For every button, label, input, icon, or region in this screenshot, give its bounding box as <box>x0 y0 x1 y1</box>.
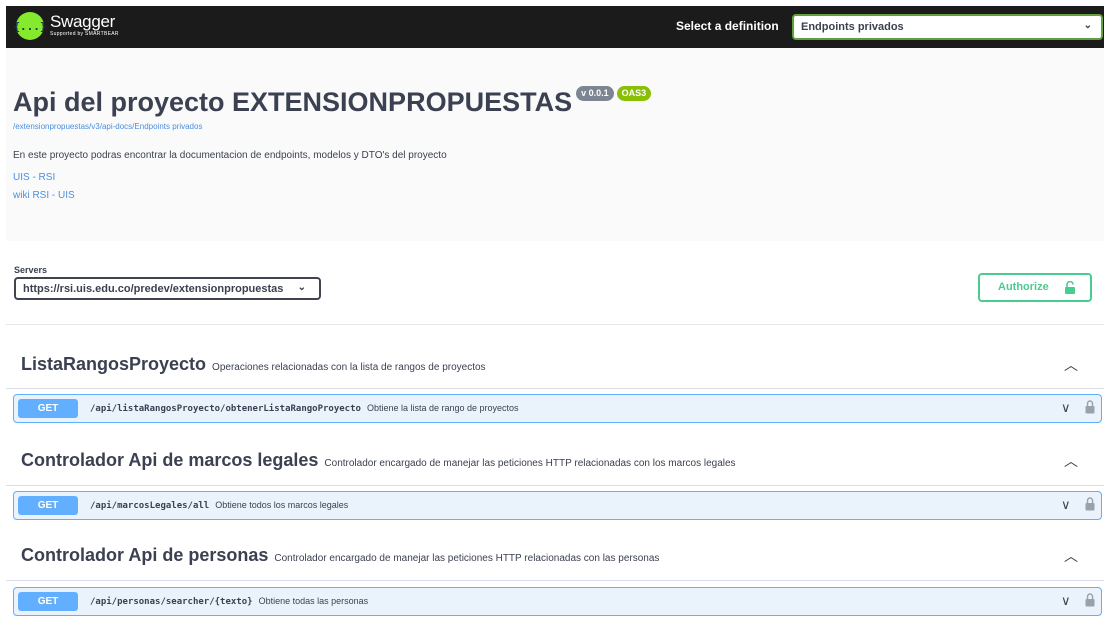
chevron-down-icon: ⌄ <box>1083 20 1092 31</box>
uis-rsi-link[interactable]: UIS - RSI <box>13 172 55 183</box>
wiki-link[interactable]: wiki RSI - UIS <box>13 190 75 201</box>
api-description: En este proyecto podras encontrar la doc… <box>13 150 447 161</box>
operation-path: /api/listaRangosProyecto/obtenerListaRan… <box>90 404 361 414</box>
authorize-label: Authorize <box>998 281 1049 293</box>
chevron-down-icon[interactable]: ∨ <box>1061 497 1071 513</box>
logo-subtitle: Supported by SMARTBEAR <box>50 31 119 37</box>
definition-value: Endpoints privados <box>801 21 904 33</box>
operation-path: /api/marcosLegales/all <box>90 501 210 511</box>
oas-badge: OAS3 <box>616 86 652 101</box>
chevron-up-icon[interactable]: ︿ <box>1064 451 1078 471</box>
swagger-logo-icon: {...} <box>13 12 47 40</box>
tag-header-personas[interactable]: Controlador Api de personas Controlador … <box>21 545 659 565</box>
operation-summary: Obtiene la lista de rango de proyectos <box>366 403 519 413</box>
definition-label: Select a definition <box>676 19 779 33</box>
operation-path: /api/personas/searcher/{texto} <box>90 597 253 607</box>
operation-row[interactable]: GET /api/marcosLegales/all Obtiene todos … <box>13 491 1102 520</box>
info-section: Api del proyecto EXTENSIONPROPUESTAS v 0… <box>6 48 1104 241</box>
servers-label: Servers <box>14 265 48 275</box>
tag-header-lista-rangos[interactable]: ListaRangosProyecto Operaciones relacion… <box>21 354 486 374</box>
page-title: Api del proyecto EXTENSIONPROPUESTAS <box>13 87 573 117</box>
chevron-down-icon[interactable]: ∨ <box>1061 400 1071 416</box>
tag-description: Operaciones relacionadas con la lista de… <box>212 362 486 373</box>
operation-row[interactable]: GET /api/listaRangosProyecto/obtenerList… <box>13 394 1102 423</box>
servers-select[interactable]: https://rsi.uis.edu.co/predev/extensionp… <box>14 277 321 300</box>
api-docs-link[interactable]: /extensionpropuestas/v3/api-docs/Endpoin… <box>13 122 202 131</box>
tag-header-marcos-legales[interactable]: Controlador Api de marcos legales Contro… <box>21 450 736 470</box>
method-badge: GET <box>18 592 78 611</box>
lock-icon[interactable] <box>1085 400 1095 414</box>
tag-divider <box>6 485 1104 486</box>
chevron-down-icon[interactable]: ∨ <box>1061 593 1071 609</box>
authorize-button[interactable]: Authorize <box>978 273 1092 302</box>
tag-name: Controlador Api de marcos legales <box>21 450 319 470</box>
servers-value: https://rsi.uis.edu.co/predev/extensionp… <box>23 283 284 295</box>
topbar: {...} Swagger Supported by SMARTBEAR Sel… <box>6 6 1104 48</box>
swagger-logo[interactable]: {...} Swagger Supported by SMARTBEAR <box>13 12 119 40</box>
unlocked-icon <box>1065 281 1075 294</box>
method-badge: GET <box>18 399 78 418</box>
lock-icon[interactable] <box>1085 593 1095 607</box>
method-badge: GET <box>18 496 78 515</box>
chevron-down-icon: ⌄ <box>297 282 306 293</box>
operation-row[interactable]: GET /api/personas/searcher/{texto} Obtien… <box>13 587 1102 616</box>
operation-summary: Obtiene todas las personas <box>258 596 369 606</box>
version-badge: v 0.0.1 <box>576 86 614 101</box>
tag-description: Controlador encargado de manejar las pet… <box>274 553 660 564</box>
definition-select[interactable]: Endpoints privados ⌄ <box>792 14 1103 40</box>
tag-divider <box>6 388 1104 389</box>
tag-divider <box>6 580 1104 581</box>
operation-summary: Obtiene todos los marcos legales <box>215 500 349 510</box>
tag-name: ListaRangosProyecto <box>21 354 207 374</box>
chevron-up-icon[interactable]: ︿ <box>1064 355 1078 375</box>
chevron-up-icon[interactable]: ︿ <box>1064 546 1078 566</box>
tag-description: Controlador encargado de manejar las pet… <box>324 458 736 469</box>
divider <box>6 324 1104 325</box>
tag-name: Controlador Api de personas <box>21 545 269 565</box>
lock-icon[interactable] <box>1085 497 1095 511</box>
logo-name: Swagger <box>50 12 115 31</box>
